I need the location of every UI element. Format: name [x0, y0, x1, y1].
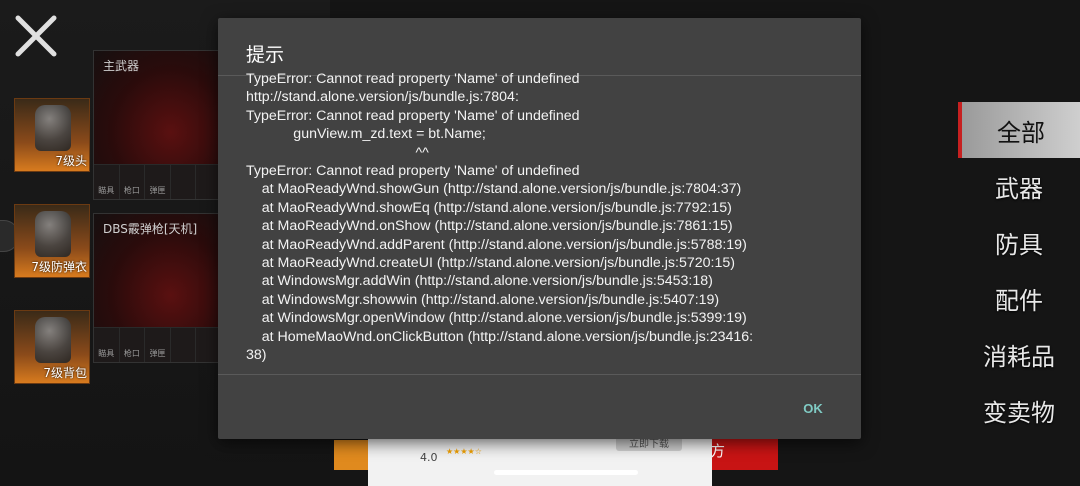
attachment-slot-magazine[interactable]: 弹匣	[145, 328, 171, 362]
equip-label: 7级背包	[43, 366, 87, 380]
category-weapons[interactable]: 武器	[958, 158, 1080, 214]
backpack-icon	[35, 317, 71, 363]
equip-label: 7级头	[55, 154, 87, 168]
helmet-icon	[35, 105, 71, 151]
weapon-panel-primary[interactable]: 主武器 瞄具 枪口 弹匣	[93, 50, 223, 200]
weapon-panel-secondary[interactable]: DBS霰弹枪[天机] 瞄具 枪口 弹匣	[93, 213, 223, 363]
category-menu: 全部 武器 防具 配件 消耗品 变卖物	[958, 102, 1080, 438]
slot-label: 弹匣	[149, 349, 166, 358]
category-attachments[interactable]: 配件	[958, 270, 1080, 326]
equip-slot-backpack[interactable]: 7级背包	[14, 310, 90, 384]
equip-slot-vest[interactable]: 7级防弹衣	[14, 204, 90, 278]
error-message[interactable]: TypeError: Cannot read property 'Name' o…	[246, 70, 836, 368]
category-all[interactable]: 全部	[958, 102, 1080, 158]
attachment-slot-scope[interactable]: 瞄具	[94, 165, 120, 199]
vest-icon	[35, 211, 71, 257]
weapon-title: DBS霰弹枪[天机]	[103, 222, 198, 236]
ok-button[interactable]: OK	[792, 396, 834, 420]
slot-label: 枪口	[123, 186, 140, 195]
attachment-slot[interactable]	[170, 328, 197, 362]
red-button-label: 方	[710, 441, 726, 460]
slot-label: 瞄具	[98, 186, 115, 195]
category-consumables[interactable]: 消耗品	[958, 326, 1080, 382]
slot-label: 弹匣	[149, 186, 166, 195]
slot-label: 瞄具	[98, 349, 115, 358]
ad-rating: 4.0	[420, 451, 438, 464]
error-dialog: 提示 TypeError: Cannot read property 'Name…	[218, 18, 861, 439]
attachment-slot-muzzle[interactable]: 枪口	[119, 165, 146, 199]
close-icon[interactable]	[12, 12, 60, 60]
dialog-title: 提示	[246, 44, 285, 66]
attachment-slot-scope[interactable]: 瞄具	[94, 328, 120, 362]
slot-label: 枪口	[123, 349, 140, 358]
divider	[218, 374, 861, 375]
category-armor[interactable]: 防具	[958, 214, 1080, 270]
home-indicator[interactable]	[494, 470, 638, 475]
equip-label: 7级防弹衣	[31, 260, 87, 274]
star-icons: ★★★★☆	[446, 447, 482, 456]
equip-slot-helmet[interactable]: 7级头	[14, 98, 90, 172]
attachment-slot-magazine[interactable]: 弹匣	[145, 165, 171, 199]
attachment-slot[interactable]	[170, 165, 197, 199]
weapon-title: 主武器	[103, 59, 140, 73]
category-sellables[interactable]: 变卖物	[958, 382, 1080, 438]
attachment-slot-muzzle[interactable]: 枪口	[119, 328, 146, 362]
